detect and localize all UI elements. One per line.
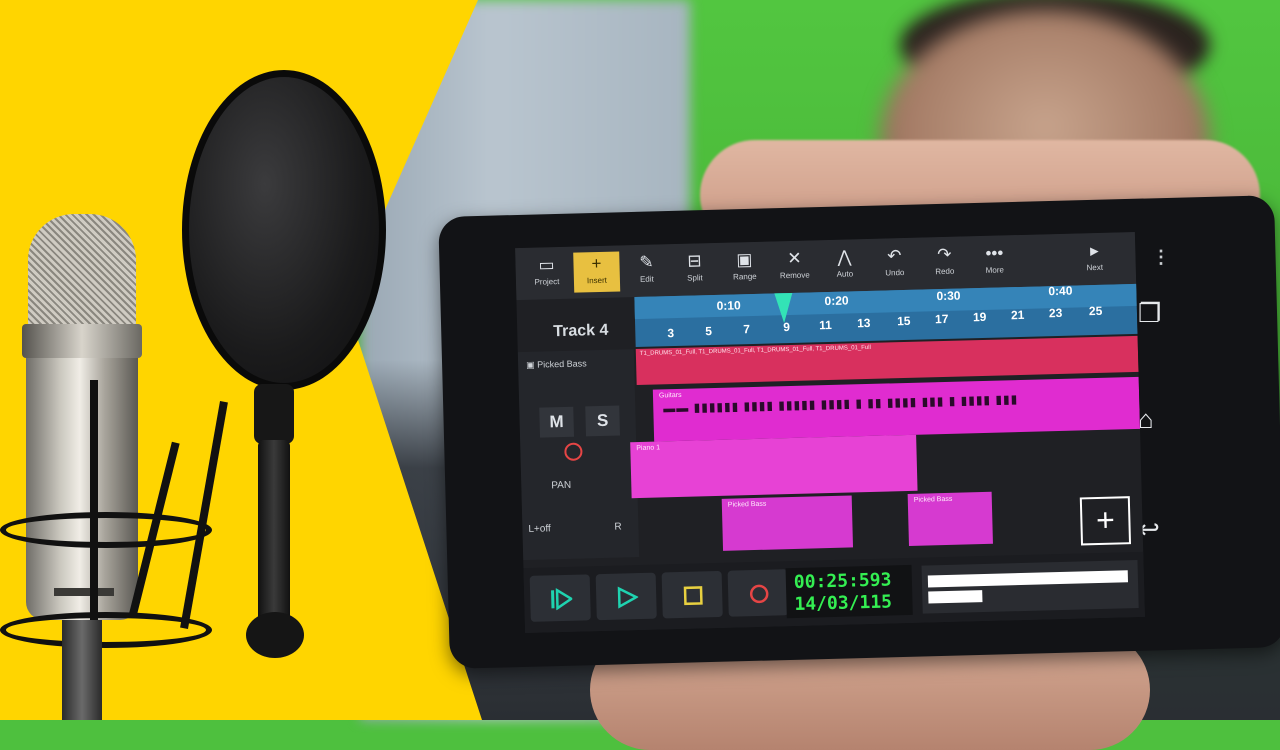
time-tick: 0:40 xyxy=(1048,283,1073,299)
bar-tick: 7 xyxy=(743,322,751,337)
bar-tick: 19 xyxy=(972,309,987,325)
shock-mount-lower-ring xyxy=(0,612,212,648)
record-icon xyxy=(749,584,769,604)
pan-left-label: L+off xyxy=(528,523,551,535)
bass-clip-label: Picked Bass xyxy=(913,495,953,504)
shock-mount-upper-ring xyxy=(0,512,212,548)
bar-beat-position: 14/03/115 xyxy=(794,591,893,615)
bar-tick: 11 xyxy=(819,317,833,333)
folder-icon: ▭ xyxy=(538,255,555,275)
microphone-body xyxy=(26,320,138,620)
bass-clip-label: Picked Bass xyxy=(727,500,767,509)
bar-tick: 21 xyxy=(1010,307,1025,323)
pan-right-label: R xyxy=(614,521,622,533)
bass-clip[interactable]: Picked Bass xyxy=(721,495,854,551)
waveform-icon: ▬▬ ▮▮▮▮▮▮ ▮▮▮▮ ▮▮▮▮▮ ▮▮▮▮ ▮ ▮▮ ▮▮▮▮ ▮▮▮ … xyxy=(663,392,1019,416)
time-tick: 0:30 xyxy=(936,288,961,304)
stop-button[interactable] xyxy=(661,570,723,619)
undo-icon: ↶ xyxy=(887,246,902,266)
drum-clip-labels: T1_DRUMS_01_Full, T1_DRUMS_01_Full, T1_D… xyxy=(639,344,871,357)
track-name: Picked Bass xyxy=(537,358,587,370)
bar-tick: 23 xyxy=(1048,305,1063,321)
plus-icon: + xyxy=(1095,501,1116,539)
bar-tick: 15 xyxy=(896,313,911,329)
daw-app-screen: ▭ Project + Insert ✎ Edit ⊟ Split ▣ Range ✕ Re… xyxy=(515,231,1145,634)
more-button[interactable]: ••• More xyxy=(971,241,1018,282)
timecode: 00:25:593 xyxy=(793,569,892,593)
level-bar-right xyxy=(928,590,983,604)
photo-scene: ⋮ ❐ ⌂ ↩ ▭ Project + Insert ✎ Edit ⊟ Split ▣ R… xyxy=(0,0,1280,750)
pop-filter-clamp xyxy=(254,384,294,444)
time-display[interactable]: 00:25:593 14/03/115 xyxy=(785,564,913,619)
playhead-marker[interactable] xyxy=(774,292,794,324)
microphone-stand xyxy=(62,620,102,720)
range-icon: ▣ xyxy=(736,249,753,270)
track-title: Track 4 xyxy=(553,321,609,341)
split-icon: ⊟ xyxy=(687,251,702,271)
recent-apps-icon[interactable]: ❐ xyxy=(1138,298,1161,329)
guitar-clip-label: Guitars xyxy=(658,391,682,400)
play-from-start-button[interactable] xyxy=(529,574,591,622)
pop-filter xyxy=(182,70,386,390)
piano-track-lane[interactable]: Piano 1 xyxy=(630,434,918,499)
track-name-row[interactable]: ▣ Picked Bass xyxy=(526,357,626,371)
next-icon: ▸ xyxy=(1089,240,1099,261)
pan-label: PAN xyxy=(551,479,572,492)
time-tick: 0:20 xyxy=(824,293,849,309)
auto-button[interactable]: ⋀ Auto xyxy=(821,245,868,286)
close-icon: ✕ xyxy=(787,248,802,269)
time-tick: 0:10 xyxy=(716,298,741,313)
microphone-logo xyxy=(54,588,114,596)
plus-icon: + xyxy=(591,253,602,274)
remove-button[interactable]: ✕ Remove xyxy=(771,246,818,287)
split-button[interactable]: ⊟ Split xyxy=(671,249,718,290)
range-button[interactable]: ▣ Range xyxy=(721,248,768,289)
add-track-button[interactable]: + xyxy=(1079,496,1132,546)
insert-button[interactable]: + Insert xyxy=(573,251,621,293)
solo-button[interactable]: S xyxy=(585,405,621,437)
pop-filter-gooseneck xyxy=(258,440,290,640)
play-icon xyxy=(617,586,639,609)
bar-tick: 3 xyxy=(667,326,675,341)
instrument-icon: ▣ xyxy=(525,359,538,370)
microphone-collar xyxy=(22,324,142,358)
bar-tick: 17 xyxy=(934,311,949,327)
edit-icon: ✎ xyxy=(639,252,654,272)
record-button[interactable] xyxy=(727,569,789,617)
redo-button[interactable]: ↷ Redo xyxy=(921,242,968,283)
level-meter xyxy=(921,559,1139,614)
play-button[interactable] xyxy=(595,572,657,621)
automation-icon: ⋀ xyxy=(837,247,852,267)
bar-tick: 25 xyxy=(1088,303,1103,319)
pop-filter-knob xyxy=(246,612,304,658)
redo-icon: ↷ xyxy=(937,244,952,265)
mute-button[interactable]: M xyxy=(539,406,575,438)
overflow-menu-icon[interactable]: ⋮ xyxy=(1152,247,1170,268)
undo-button[interactable]: ↶ Undo xyxy=(871,244,918,285)
bass-clip[interactable]: Picked Bass xyxy=(907,491,993,546)
bar-tick: 13 xyxy=(856,315,871,331)
project-button[interactable]: ▭ Project xyxy=(523,253,570,294)
guitar-track-lane[interactable]: Guitars ▬▬ ▮▮▮▮▮▮ ▮▮▮▮ ▮▮▮▮▮ ▮▮▮▮ ▮ ▮▮ ▮… xyxy=(652,376,1141,442)
next-button[interactable]: ▸ Next xyxy=(1071,238,1118,279)
microphone-grille xyxy=(28,214,136,334)
more-icon: ••• xyxy=(985,243,1004,263)
home-icon[interactable]: ⌂ xyxy=(1138,404,1154,435)
level-bar-left xyxy=(927,570,1129,588)
edit-button[interactable]: ✎ Edit xyxy=(623,250,670,291)
stop-icon xyxy=(683,586,703,606)
bar-tick: 5 xyxy=(705,324,713,339)
play-from-start-icon xyxy=(551,587,573,611)
piano-clip-label: Piano 1 xyxy=(636,444,661,453)
